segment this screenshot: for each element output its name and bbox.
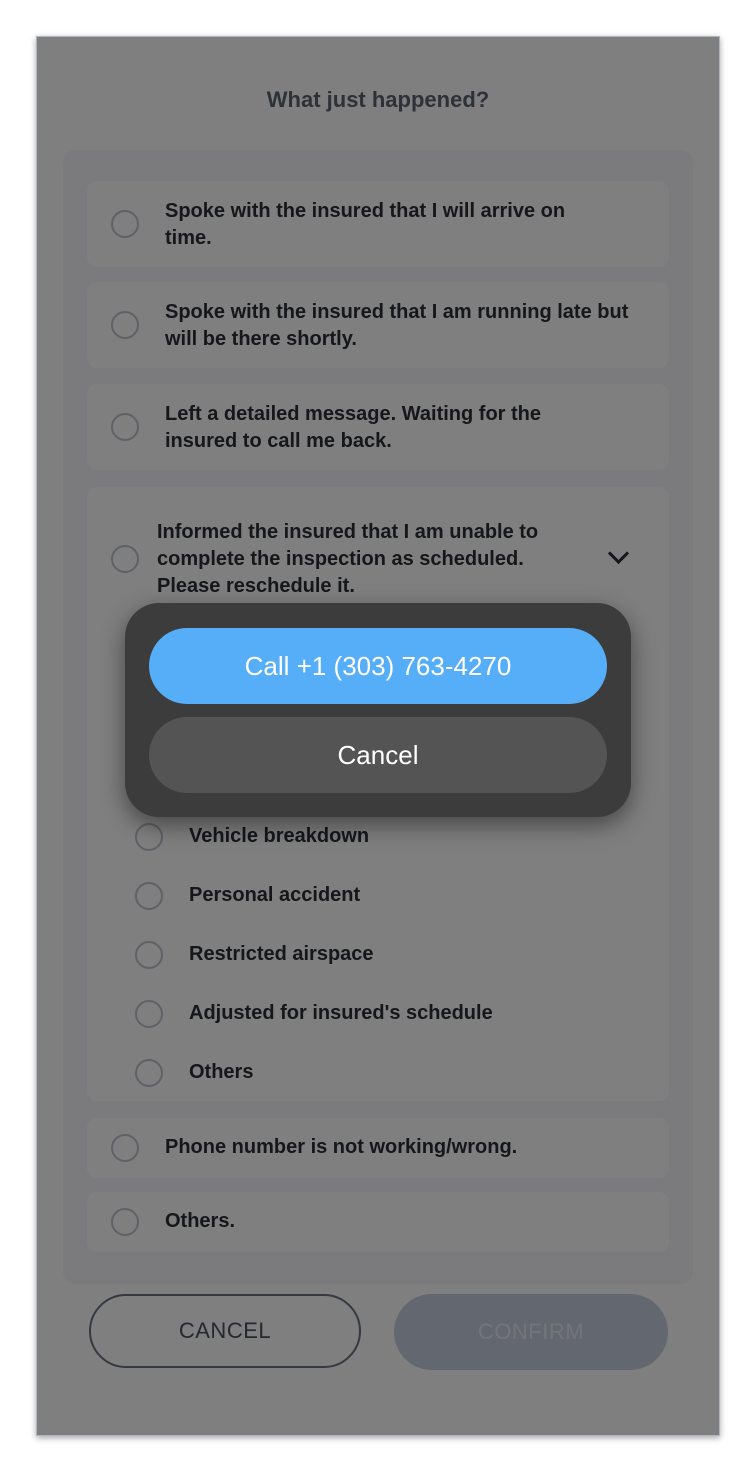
- call-action-sheet: Call +1 (303) 763-4270 Cancel: [125, 603, 631, 817]
- call-button[interactable]: Call +1 (303) 763-4270: [149, 628, 607, 704]
- sheet-cancel-button[interactable]: Cancel: [149, 717, 607, 793]
- app-frame: What just happened? Spoke with the insur…: [36, 36, 720, 1436]
